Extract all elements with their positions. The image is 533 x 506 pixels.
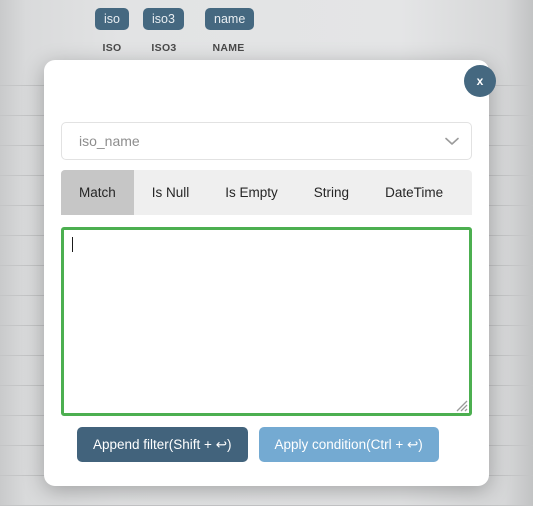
field-select[interactable]: iso_name — [61, 122, 472, 160]
column-chip[interactable]: iso — [95, 8, 129, 30]
grid-column-header: iso iso3 name ISO ISO3 NAME — [0, 0, 533, 56]
filter-dialog: x iso_name Match Is Null Is Empty String Dat… — [44, 60, 496, 486]
text-caret — [72, 237, 73, 252]
column-header-label: NAME — [212, 42, 245, 54]
dialog-actions: Append filter(Shift + ↩) Apply condition… — [77, 427, 439, 462]
column-chip[interactable]: name — [205, 8, 255, 30]
tab-datetime[interactable]: DateTime — [367, 170, 461, 215]
close-icon[interactable]: x — [464, 65, 496, 97]
app-root: iso iso3 name ISO ISO3 NAME x iso_name Match… — [0, 0, 533, 506]
tab-match[interactable]: Match — [61, 170, 134, 215]
column-header-label: ISO3 — [151, 42, 177, 54]
tab-is-null[interactable]: Is Null — [134, 170, 208, 215]
tab-string[interactable]: String — [296, 170, 367, 215]
condition-tabs: Match Is Null Is Empty String DateTime — [61, 170, 472, 215]
append-filter-button[interactable]: Append filter(Shift + ↩) — [77, 427, 248, 462]
chevron-down-icon — [445, 123, 459, 159]
tab-is-empty[interactable]: Is Empty — [207, 170, 296, 215]
resize-handle-icon[interactable] — [452, 396, 468, 412]
field-select-value: iso_name — [79, 133, 140, 149]
apply-condition-button[interactable]: Apply condition(Ctrl + ↩) — [258, 427, 439, 462]
column-header-label: ISO — [102, 42, 122, 54]
column-chip[interactable]: iso3 — [143, 8, 184, 30]
condition-editor[interactable] — [61, 227, 472, 416]
